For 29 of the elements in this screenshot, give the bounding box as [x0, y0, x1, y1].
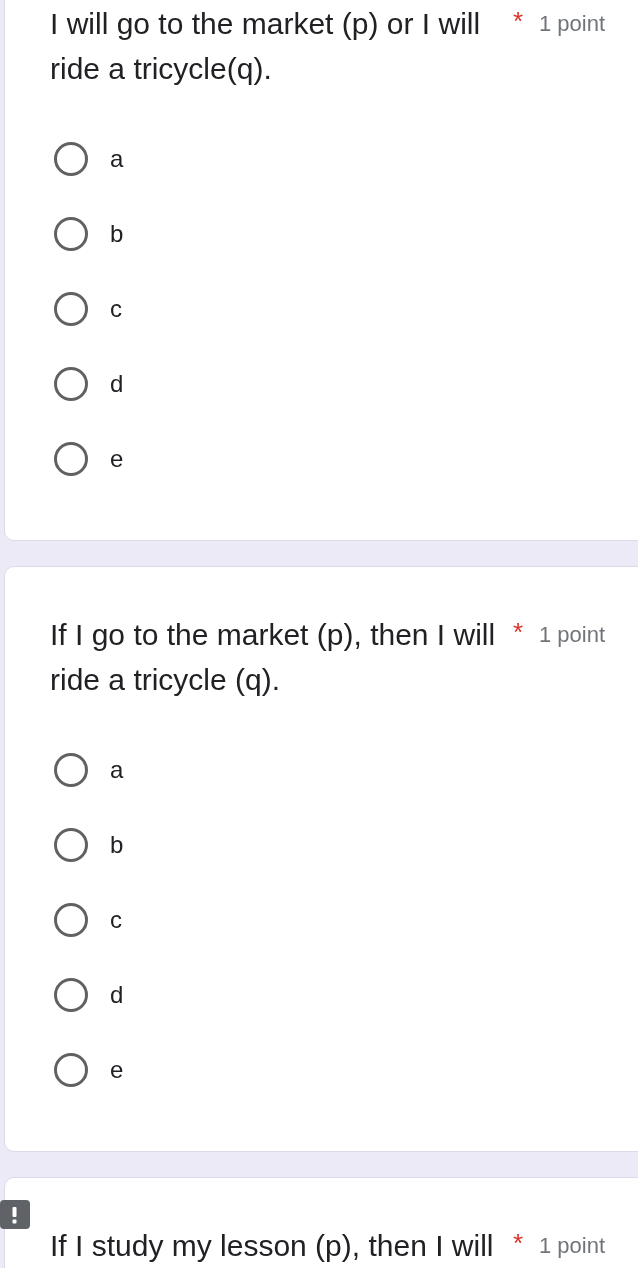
option-label[interactable]: d	[110, 979, 124, 1010]
radio-button[interactable]	[54, 977, 88, 1012]
option-label[interactable]: a	[110, 754, 124, 785]
option-label[interactable]: e	[110, 443, 124, 474]
radio-button[interactable]	[54, 827, 88, 862]
required-asterisk: *	[513, 616, 525, 649]
required-asterisk: *	[513, 5, 525, 38]
radio-button[interactable]	[54, 366, 88, 401]
option-label[interactable]: e	[110, 1054, 124, 1085]
option-label[interactable]: d	[110, 368, 124, 399]
radio-button[interactable]	[54, 216, 88, 251]
option-label[interactable]: c	[110, 293, 122, 324]
radio-button[interactable]	[54, 441, 88, 476]
question-title: If I go to the market (p), then I will ride a tricycle (q).	[50, 617, 497, 698]
option-label[interactable]: c	[110, 904, 122, 935]
required-asterisk: *	[513, 1227, 525, 1260]
question-title: I will go to the market (p) or I will ride a tricycle(q).	[50, 6, 482, 87]
radio-button[interactable]	[54, 291, 88, 326]
points-label: 1 point	[539, 621, 606, 649]
question-title: If I study my lesson (p), then I will	[50, 1228, 495, 1264]
points-label: 1 point	[539, 1232, 606, 1260]
radio-button[interactable]	[54, 141, 88, 176]
option-label[interactable]: b	[110, 829, 124, 860]
option-label[interactable]: b	[110, 218, 124, 249]
radio-button[interactable]	[54, 902, 88, 937]
radio-button[interactable]	[54, 752, 88, 787]
radio-button[interactable]	[54, 1052, 88, 1087]
points-label: 1 point	[539, 10, 606, 38]
option-label[interactable]: a	[110, 143, 124, 174]
